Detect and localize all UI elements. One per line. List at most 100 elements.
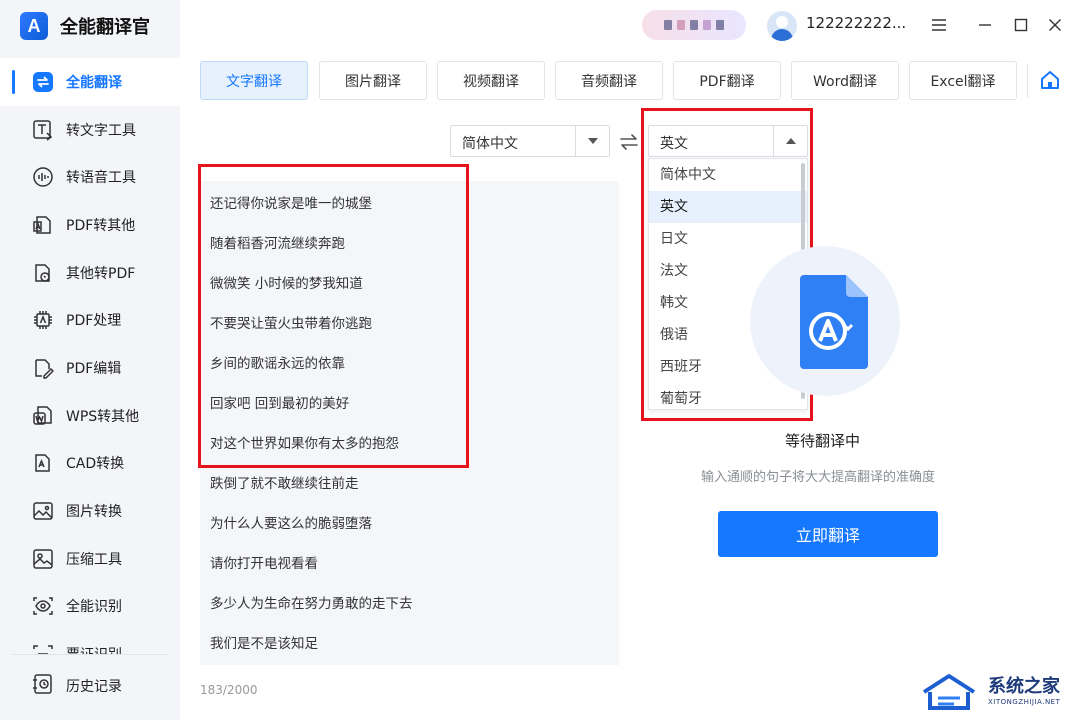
app-logo: A 全能翻译官 <box>20 10 150 42</box>
pdf-import-icon <box>32 262 54 284</box>
maximize-button[interactable] <box>1006 10 1036 40</box>
history-icon <box>32 673 54 699</box>
source-language-value: 简体中文 <box>462 136 518 152</box>
text-line: 乡间的歌谣永远的依靠 <box>210 356 345 372</box>
char-counter: 183/2000 <box>200 683 258 697</box>
sidebar-item-label: 其他转PDF <box>66 265 136 282</box>
text-line: 对这个世界如果你有太多的抱怨 <box>210 436 399 452</box>
menu-button[interactable] <box>924 10 954 40</box>
sidebar-item-label: PDF编辑 <box>66 360 122 377</box>
dropdown-option-selected[interactable]: 英文 <box>649 191 807 223</box>
sidebar-item-all-translate[interactable]: 全能翻译 <box>0 58 180 106</box>
sidebar-item-text-tool[interactable]: 转文字工具 <box>0 106 180 154</box>
sidebar-item-other-to-pdf[interactable]: 其他转PDF <box>0 249 180 297</box>
ticket-scan-icon <box>32 643 54 654</box>
translate-swap-icon <box>32 71 54 93</box>
swap-languages-button[interactable] <box>617 130 641 154</box>
text-line: 回家吧 回到最初的美好 <box>210 396 350 412</box>
sidebar-item-label: CAD转换 <box>66 456 125 473</box>
app-title: 全能翻译官 <box>60 17 150 38</box>
target-language-value: 英文 <box>660 136 688 152</box>
status-title: 等待翻译中 <box>785 432 861 450</box>
user-name[interactable]: 122222222... <box>806 14 906 32</box>
pdf-process-icon <box>32 309 54 331</box>
sidebar: A 全能翻译官 全能翻译 转文字工具 转语音工具 PDF转其他 其他转PDF P… <box>0 0 180 720</box>
sidebar-item-label: WPS转其他 <box>66 408 140 425</box>
text-convert-icon <box>32 119 54 141</box>
sidebar-item-label: 图片转换 <box>66 504 122 521</box>
watermark: 系统之家 XITONGZHIJIA.NET <box>918 668 1080 720</box>
text-line: 请你打开电视看看 <box>210 556 318 572</box>
sidebar-item-wps-to-other[interactable]: WPS转其他 <box>0 392 180 440</box>
text-line: 不要哭让萤火虫带着你逃跑 <box>210 316 372 332</box>
text-line: 为什么人要这么的脆弱堕落 <box>210 516 372 532</box>
sidebar-item-voice-tool[interactable]: 转语音工具 <box>0 153 180 201</box>
sidebar-item-label: PDF处理 <box>66 313 122 330</box>
status-hint: 输入通顺的句子将大大提高翻译的准确度 <box>701 470 936 485</box>
sidebar-item-label: 票证识别 <box>66 644 122 654</box>
voice-icon <box>32 166 54 188</box>
recognize-eye-icon <box>32 595 54 617</box>
translate-now-button[interactable]: 立即翻译 <box>718 511 938 557</box>
text-line: 跌倒了就不敢继续往前走 <box>210 476 359 492</box>
vip-badge[interactable] <box>642 10 746 40</box>
sidebar-item-label: 全能翻译 <box>66 74 122 91</box>
dropdown-option[interactable]: 日文 <box>649 223 807 255</box>
sidebar-item-label: 转语音工具 <box>66 170 136 187</box>
maximize-icon <box>1014 18 1028 32</box>
menu-icon <box>932 19 946 31</box>
source-language-select[interactable]: 简体中文 <box>450 125 610 157</box>
text-line: 多少人为生命在努力勇敢的走下去 <box>210 596 413 612</box>
tab-image-translate[interactable]: 图片翻译 <box>319 61 427 100</box>
sidebar-item-pdf-to-other[interactable]: PDF转其他 <box>0 201 180 249</box>
wps-icon <box>32 405 54 427</box>
tab-audio-translate[interactable]: 音频翻译 <box>555 61 663 100</box>
dropdown-option[interactable]: 葡萄牙 <box>649 383 807 409</box>
sidebar-divider <box>12 654 168 655</box>
app-logo-icon: A <box>20 12 48 40</box>
text-line: 随着稻香河流继续奔跑 <box>210 236 345 252</box>
sidebar-nav: 全能翻译 转文字工具 转语音工具 PDF转其他 其他转PDF PDF处理 PDF… <box>0 58 180 654</box>
close-button[interactable] <box>1040 10 1070 40</box>
sidebar-item-label: 全能识别 <box>66 599 122 616</box>
tab-video-translate[interactable]: 视频翻译 <box>437 61 545 100</box>
sidebar-item-history[interactable]: 历史记录 <box>0 664 180 708</box>
sidebar-item-label: 压缩工具 <box>66 551 122 568</box>
target-language-select[interactable]: 英文 <box>648 125 808 157</box>
sidebar-item-pdf-edit[interactable]: PDF编辑 <box>0 344 180 392</box>
swap-icon <box>620 134 638 150</box>
document-translate-icon <box>800 275 868 369</box>
tab-excel-translate[interactable]: Excel翻译 <box>909 61 1017 100</box>
chevron-down-icon <box>575 126 609 156</box>
tab-text-translate[interactable]: 文字翻译 <box>200 61 308 100</box>
pdf-edit-icon <box>32 357 54 379</box>
tab-pdf-translate[interactable]: PDF翻译 <box>673 61 781 100</box>
sidebar-item-cad-convert[interactable]: CAD转换 <box>0 440 180 488</box>
sidebar-item-ticket-scan[interactable]: 票证识别 <box>0 630 180 654</box>
cad-icon <box>32 452 54 474</box>
chevron-up-icon <box>773 126 807 156</box>
source-text-input[interactable]: 还记得你说家是唯一的城堡 随着稻香河流继续奔跑 微微笑 小时候的梦我知道 不要哭… <box>200 181 619 665</box>
sidebar-item-compress[interactable]: 压缩工具 <box>0 535 180 583</box>
compress-icon <box>32 548 54 570</box>
tab-divider <box>1027 64 1028 98</box>
text-line: 微微笑 小时候的梦我知道 <box>210 276 363 292</box>
sidebar-item-label: PDF转其他 <box>66 217 136 234</box>
text-line: 我们是不是该知足 <box>210 636 318 652</box>
sidebar-item-label: 转文字工具 <box>66 122 136 139</box>
home-button[interactable] <box>1036 66 1064 94</box>
history-label: 历史记录 <box>66 679 122 695</box>
tab-word-translate[interactable]: Word翻译 <box>791 61 899 100</box>
avatar[interactable] <box>767 11 797 41</box>
watermark-logo-icon <box>922 674 976 710</box>
watermark-subtitle: XITONGZHIJIA.NET <box>988 698 1061 706</box>
sidebar-item-recognize[interactable]: 全能识别 <box>0 583 180 631</box>
sidebar-item-pdf-process[interactable]: PDF处理 <box>0 296 180 344</box>
minimize-icon <box>979 24 991 26</box>
pdf-export-icon <box>32 214 54 236</box>
home-icon <box>1041 71 1059 89</box>
dropdown-option[interactable]: 简体中文 <box>649 159 807 191</box>
watermark-title: 系统之家 <box>988 676 1060 697</box>
minimize-button[interactable] <box>970 10 1000 40</box>
sidebar-item-image-convert[interactable]: 图片转换 <box>0 487 180 535</box>
